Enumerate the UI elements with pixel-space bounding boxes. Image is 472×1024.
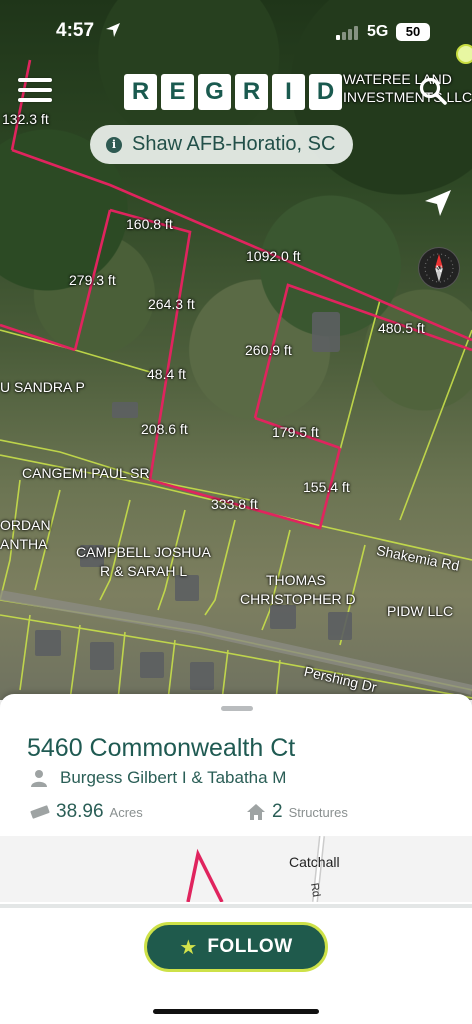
map-owner-label: CANGEMI PAUL SR xyxy=(22,465,150,481)
parcel-map[interactable]: 132.3 ft WATEREE LAND INVESTMENTS LLC 16… xyxy=(0,0,472,700)
ruler-icon xyxy=(30,805,50,819)
map-dimension-label: 260.9 ft xyxy=(245,342,292,358)
follow-label: FOLLOW xyxy=(207,936,293,957)
parcel-stats: 38.96 Acres 2 Structures xyxy=(30,801,450,827)
region-name: Shaw AFB-Horatio, SC xyxy=(132,133,336,155)
network-type: 5G xyxy=(367,23,389,40)
mini-map-lines xyxy=(186,836,325,902)
structures-stat: 2 Structures xyxy=(246,801,348,823)
map-dimension-label: 48.4 ft xyxy=(147,366,186,382)
map-dimension-label: 1092.0 ft xyxy=(246,248,301,264)
menu-icon[interactable] xyxy=(18,78,52,106)
map-dimension-label: 179.5 ft xyxy=(272,424,319,440)
house-icon xyxy=(247,804,265,820)
map-owner-label: CHRISTOPHER D xyxy=(240,591,356,607)
map-dimension-label: 160.8 ft xyxy=(126,216,173,232)
logo-letter: E xyxy=(161,74,194,110)
owner-name: Burgess Gilbert I & Tabatha M xyxy=(60,768,287,787)
map-owner-label: CAMPBELL JOSHUA xyxy=(76,544,211,560)
acres-unit: Acres xyxy=(109,805,143,820)
map-dimension-label: 333.8 ft xyxy=(211,496,258,512)
svg-text:N: N xyxy=(436,264,443,274)
home-indicator[interactable] xyxy=(153,1009,319,1014)
logo-letter: I xyxy=(272,74,305,110)
star-icon: ★ xyxy=(179,936,198,959)
person-icon xyxy=(31,770,47,787)
map-label: 132.3 ft xyxy=(2,111,49,127)
parcel-address: 5460 Commonwealth Ct xyxy=(27,734,296,762)
compass-icon[interactable]: N xyxy=(419,248,459,288)
divider xyxy=(0,904,472,908)
structures-unit: Structures xyxy=(288,805,348,820)
map-dimension-label: 264.3 ft xyxy=(148,296,195,312)
map-dimension-label: 480.5 ft xyxy=(378,320,425,336)
map-owner-label: R & SARAH L xyxy=(100,563,188,579)
map-owner-label: THOMAS xyxy=(266,572,326,588)
battery-icon: 50 xyxy=(396,23,430,41)
acres-value: 38.96 xyxy=(56,801,104,822)
status-bar: 4:57 5G 50 xyxy=(0,0,472,60)
map-owner-label: INVESTMENTS LLC xyxy=(343,89,472,105)
parcel-detail-sheet[interactable]: 5460 Commonwealth Ct Burgess Gilbert I &… xyxy=(0,694,472,1024)
sheet-grabber[interactable] xyxy=(221,706,253,711)
map-owner-label: ANTHA xyxy=(0,536,48,552)
info-icon: i xyxy=(106,136,122,153)
search-icon[interactable] xyxy=(418,76,448,106)
logo-letter: G xyxy=(198,74,231,110)
map-dimension-label: 155.4 ft xyxy=(303,479,350,495)
structures-value: 2 xyxy=(272,801,283,822)
location-arrow-icon xyxy=(106,23,120,37)
logo-letter: R xyxy=(124,74,157,110)
map-dimension-label: 208.6 ft xyxy=(141,421,188,437)
owner-row: Burgess Gilbert I & Tabatha M xyxy=(30,768,286,788)
cellular-signal-icon xyxy=(336,26,358,40)
map-owner-label: U SANDRA P xyxy=(0,379,85,395)
navigation-arrow-icon[interactable] xyxy=(423,188,453,218)
region-selector[interactable]: i Shaw AFB-Horatio, SC xyxy=(90,125,354,164)
status-time: 4:57 xyxy=(56,20,95,41)
side-handle[interactable] xyxy=(456,44,472,64)
map-dimension-label: 279.3 ft xyxy=(69,272,116,288)
map-owner-label: PIDW LLC xyxy=(387,603,454,619)
map-owner-label: ORDAN xyxy=(0,517,51,533)
follow-button[interactable]: ★ FOLLOW xyxy=(144,922,328,972)
mini-map-label: Catchall xyxy=(289,854,340,870)
mini-map-road-label: Rd xyxy=(307,882,323,898)
logo-letter: R xyxy=(235,74,268,110)
mini-map[interactable]: Catchall Rd xyxy=(0,836,472,902)
acres-stat: 38.96 Acres xyxy=(30,801,143,823)
logo-letter: D xyxy=(309,74,342,110)
regrid-logo: R E G R I D xyxy=(124,74,342,110)
